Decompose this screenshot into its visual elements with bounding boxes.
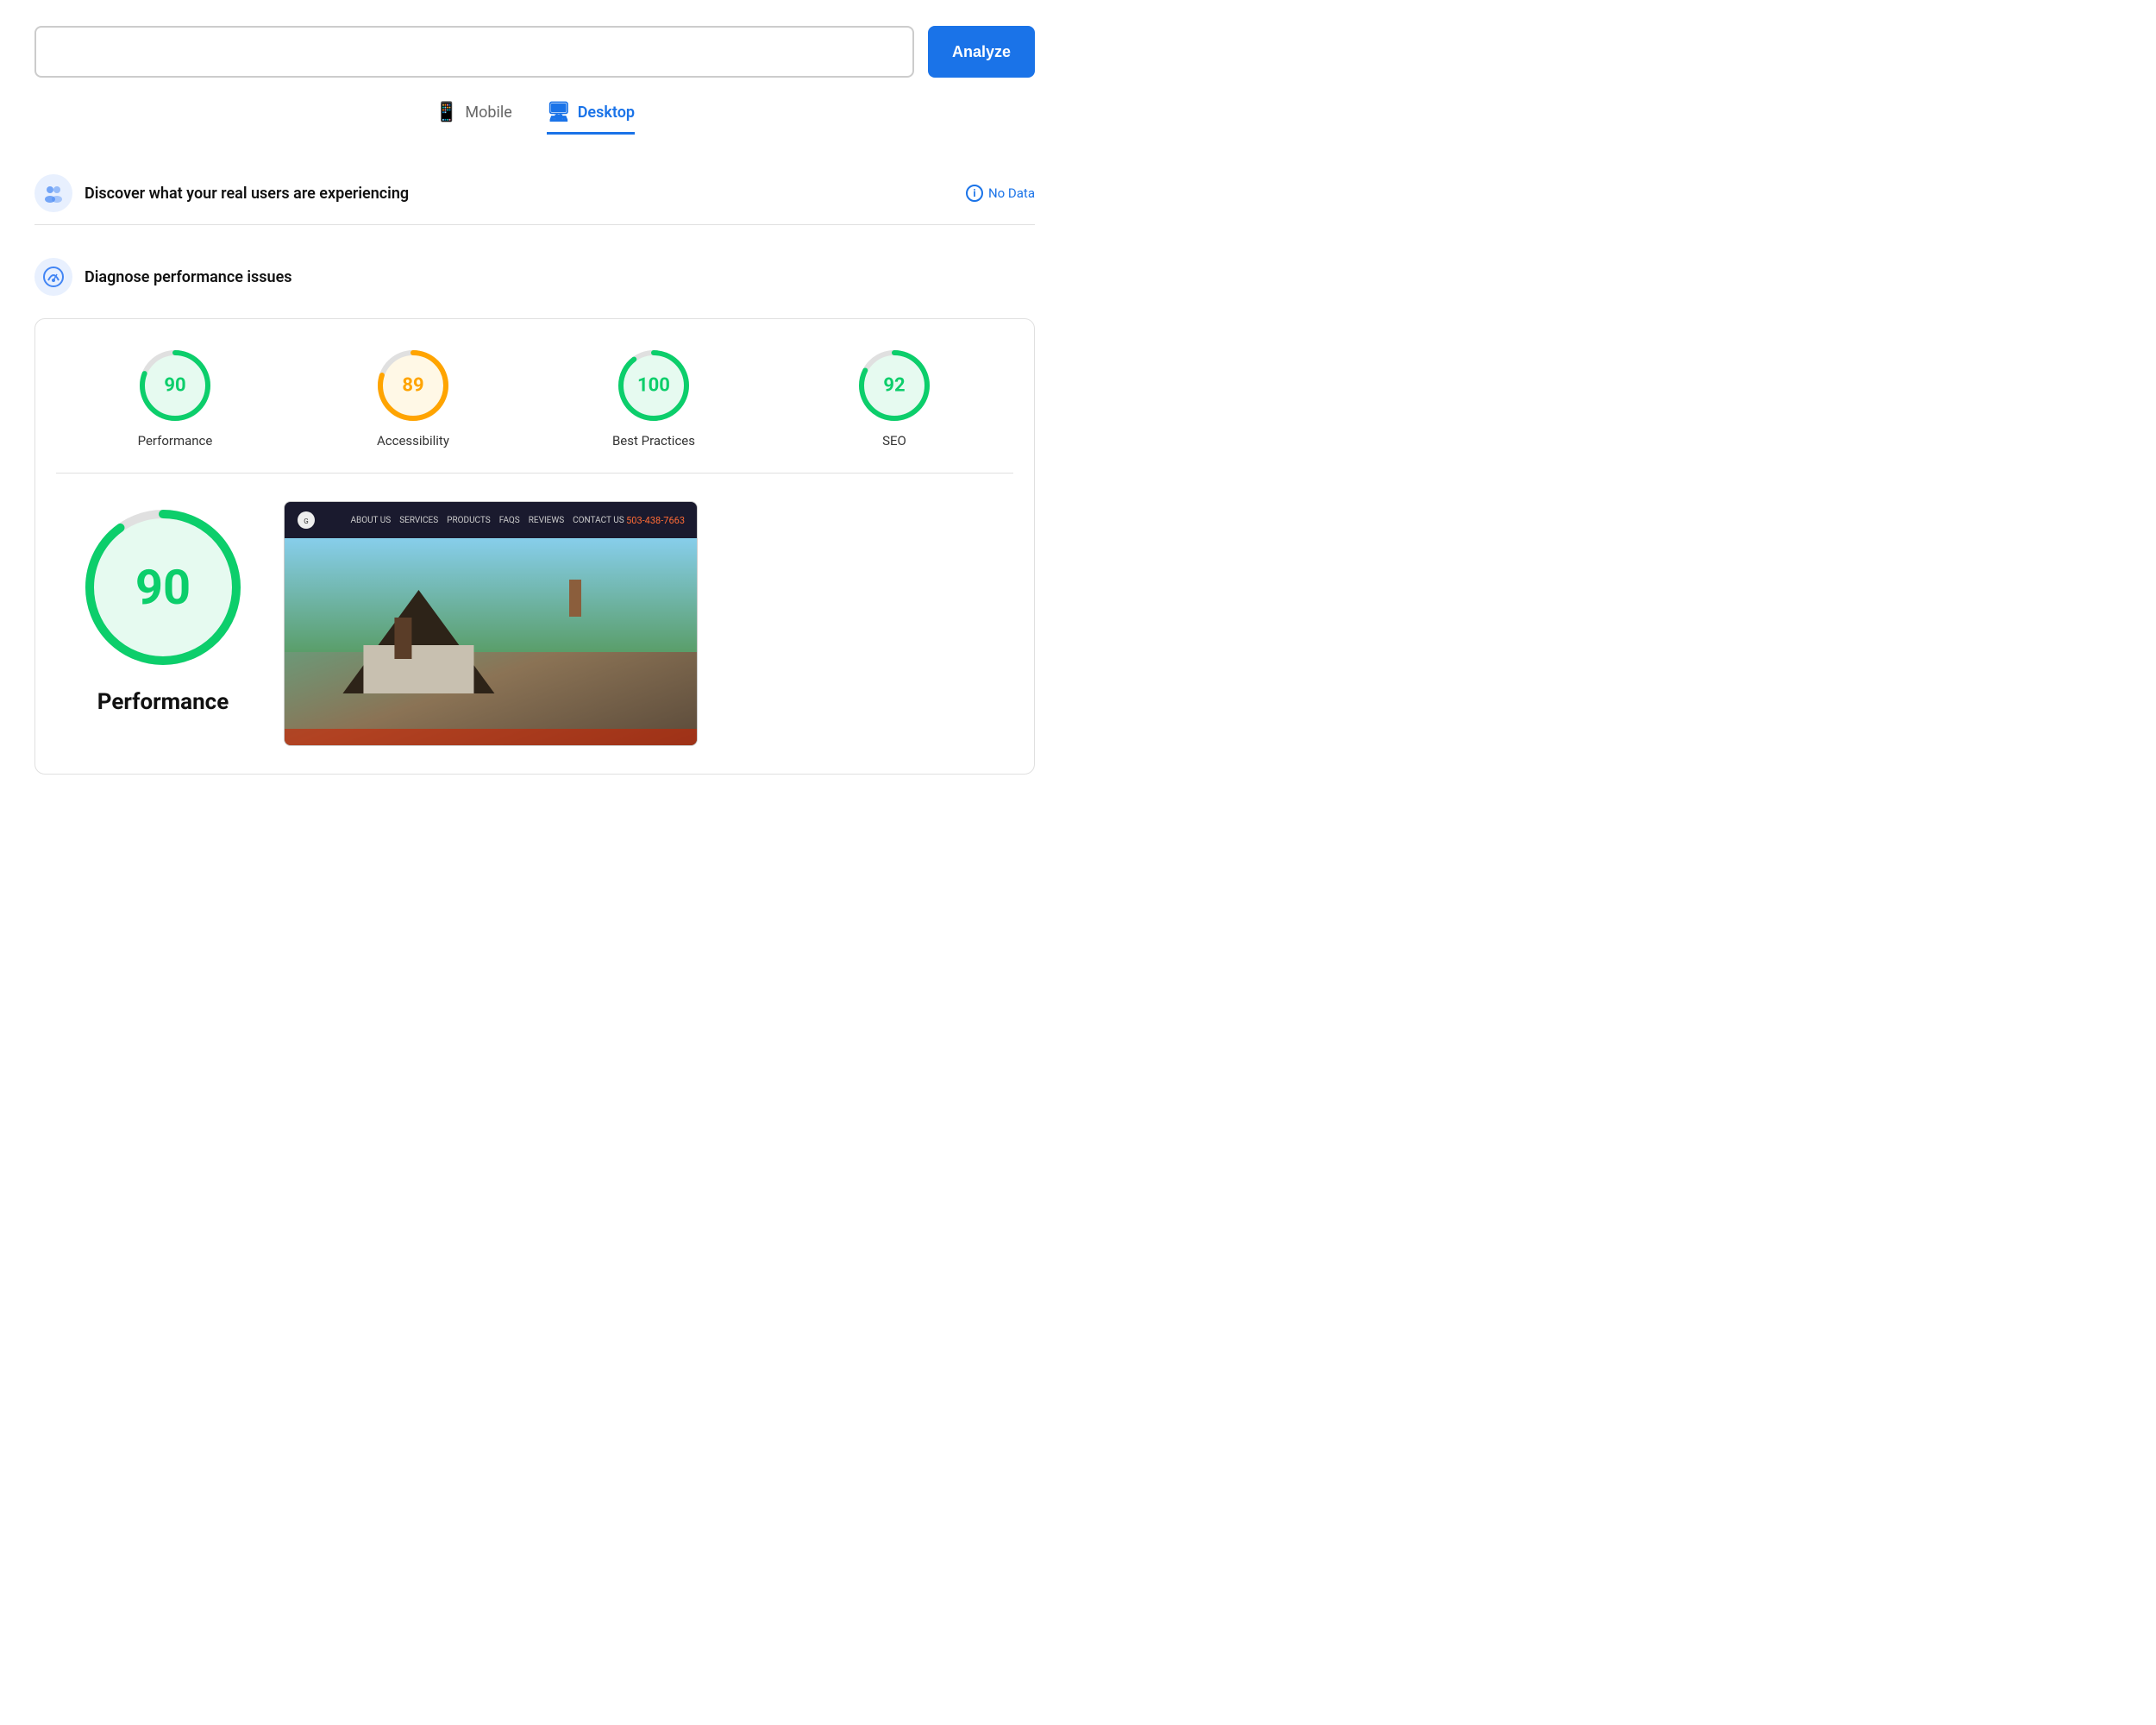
- best-practices-circle: 100: [615, 347, 693, 424]
- real-users-section: Discover what your real users are experi…: [34, 162, 1035, 225]
- scores-card: 90 Performance 89 Accessibility: [34, 318, 1035, 775]
- performance-detail: 90 Performance G ABOUT US SERVICES PRODU…: [56, 474, 1013, 746]
- best-practices-value: 100: [637, 375, 670, 397]
- screenshot-image: [285, 538, 697, 745]
- seo-value: 92: [883, 375, 905, 397]
- large-score-circle: 90: [77, 501, 249, 674]
- score-best-practices[interactable]: 100 Best Practices: [612, 347, 695, 448]
- tab-desktop[interactable]: 🖥 Desktop: [547, 102, 635, 135]
- nav-faqs: FAQS: [499, 516, 520, 525]
- real-users-title: Discover what your real users are experi…: [85, 185, 954, 203]
- perf-left: 90 Performance: [77, 501, 249, 715]
- screenshot-phone: 503-438-7663: [626, 515, 685, 526]
- scores-row: 90 Performance 89 Accessibility: [56, 347, 1013, 474]
- url-input[interactable]: https://gironroofing.com/: [34, 26, 914, 78]
- accessibility-value: 89: [402, 375, 423, 397]
- site-logo: G: [297, 511, 348, 530]
- score-seo[interactable]: 92 SEO: [856, 347, 933, 448]
- screenshot-nav: ABOUT US SERVICES PRODUCTS FAQS REVIEWS …: [350, 516, 624, 525]
- score-accessibility[interactable]: 89 Accessibility: [374, 347, 452, 448]
- site-screenshot: G ABOUT US SERVICES PRODUCTS FAQS REVIEW…: [284, 501, 698, 746]
- users-icon: [42, 182, 65, 204]
- accessibility-label: Accessibility: [377, 433, 449, 448]
- performance-circle: 90: [136, 347, 214, 424]
- no-data-badge: i No Data: [966, 185, 1035, 202]
- nav-about: ABOUT US: [350, 516, 391, 525]
- gauge-icon: [42, 266, 65, 288]
- diagnose-title: Diagnose performance issues: [85, 268, 1035, 286]
- url-bar-row: https://gironroofing.com/ Analyze: [34, 26, 1035, 78]
- diagnose-section: Diagnose performance issues: [34, 246, 1035, 308]
- nav-reviews: REVIEWS: [529, 516, 564, 525]
- best-practices-label: Best Practices: [612, 433, 695, 448]
- tab-mobile[interactable]: 📱 Mobile: [435, 102, 512, 135]
- info-icon: i: [966, 185, 983, 202]
- large-score-value: 90: [135, 559, 191, 616]
- mobile-icon: 📱: [435, 102, 458, 123]
- large-score-label: Performance: [97, 689, 229, 715]
- desktop-icon: 🖥: [547, 102, 571, 123]
- score-performance[interactable]: 90 Performance: [136, 347, 214, 448]
- seo-label: SEO: [882, 433, 906, 448]
- seo-circle: 92: [856, 347, 933, 424]
- nav-contact: CONTACT US: [573, 516, 624, 525]
- diagnose-icon-circle: [34, 258, 72, 296]
- roof-svg: [305, 590, 532, 693]
- house-scene: [285, 538, 697, 745]
- analyze-button[interactable]: Analyze: [928, 26, 1035, 78]
- screenshot-header: G ABOUT US SERVICES PRODUCTS FAQS REVIEW…: [285, 502, 697, 538]
- real-users-icon-circle: [34, 174, 72, 212]
- red-accent: [285, 729, 697, 745]
- chimney: [569, 580, 581, 617]
- tab-mobile-label: Mobile: [465, 104, 511, 122]
- tab-desktop-label: Desktop: [578, 104, 635, 122]
- performance-value: 90: [164, 375, 185, 397]
- no-data-label: No Data: [988, 185, 1035, 201]
- nav-products: PRODUCTS: [447, 516, 491, 525]
- tabs-row: 📱 Mobile 🖥 Desktop: [34, 102, 1035, 135]
- performance-label: Performance: [138, 433, 213, 448]
- perf-right: G ABOUT US SERVICES PRODUCTS FAQS REVIEW…: [284, 501, 993, 746]
- accessibility-circle: 89: [374, 347, 452, 424]
- svg-text:G: G: [304, 518, 308, 525]
- nav-services: SERVICES: [399, 516, 438, 525]
